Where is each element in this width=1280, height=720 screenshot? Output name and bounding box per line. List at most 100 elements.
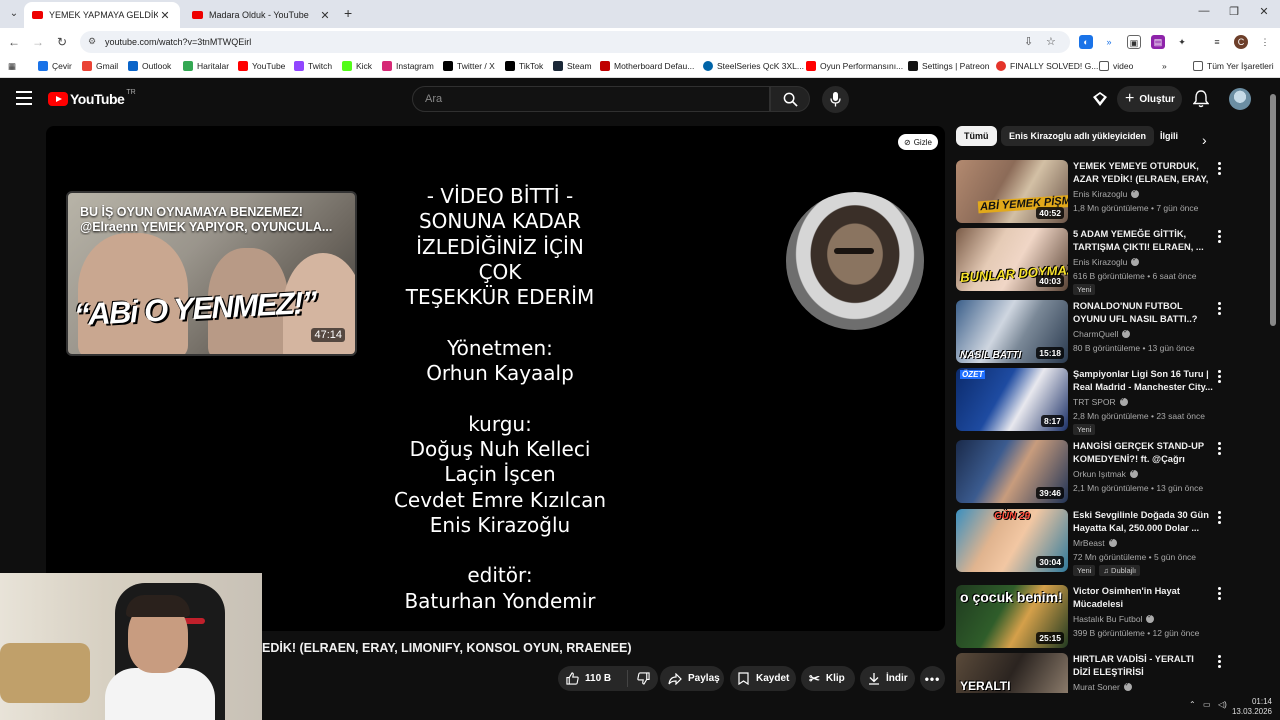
- bookmark-item[interactable]: Steam: [553, 61, 592, 71]
- list-item[interactable]: o çocuk benim! 25:15 Victor Osimhen'in H…: [956, 585, 1256, 649]
- close-window-icon[interactable]: ✕: [1252, 5, 1276, 18]
- minimize-icon[interactable]: —: [1192, 5, 1216, 17]
- all-bookmarks[interactable]: Tüm Yer İşaretleri: [1193, 61, 1274, 71]
- clock[interactable]: 01:14 13.03.2026: [1232, 697, 1272, 717]
- list-item[interactable]: YERALTI HIRTLAR VADİSİ - YERALTI DİZİ EL…: [956, 653, 1256, 693]
- video-player[interactable]: ⊘ Gizle BU İŞ OYUN OYNAMAYA BENZEMEZ! @E…: [46, 126, 945, 631]
- bookmark-item[interactable]: Instagram: [382, 61, 434, 71]
- bookmark-item[interactable]: FINALLY SOLVED! G...: [996, 61, 1098, 71]
- dislike-button[interactable]: [628, 672, 658, 685]
- premium-gem-icon[interactable]: [1092, 91, 1108, 107]
- channel-subscribe-circle[interactable]: [786, 192, 924, 330]
- account-avatar[interactable]: [1229, 88, 1251, 110]
- chevron-right-icon[interactable]: ›: [1202, 132, 1207, 148]
- list-item[interactable]: ÖZET 8:17 Şampiyonlar Ligi Son 16 Turu |…: [956, 368, 1256, 435]
- rec-channel[interactable]: Murat Soner: [1073, 681, 1213, 692]
- list-item[interactable]: NASIL BATTI 15:18 RONALDO'NUN FUTBOL OYU…: [956, 300, 1256, 364]
- rec-channel[interactable]: CharmQuell: [1073, 328, 1213, 339]
- chip-from-uploader[interactable]: Enis Kirazoglu adlı yükleyiciden: [1001, 126, 1155, 146]
- close-tab-icon[interactable]: ✕: [318, 9, 332, 22]
- create-button[interactable]: + Oluştur: [1117, 86, 1182, 112]
- notifications-bell-icon[interactable]: [1193, 90, 1209, 108]
- more-vert-icon[interactable]: [1216, 587, 1222, 602]
- hide-endscreen-button[interactable]: ⊘ Gizle: [898, 134, 938, 150]
- endscreen-video-card[interactable]: BU İŞ OYUN OYNAMAYA BENZEMEZ! @Elraenn Y…: [66, 191, 357, 356]
- rec-channel[interactable]: Orkun Işıtmak: [1073, 468, 1213, 479]
- search-button[interactable]: [770, 86, 810, 112]
- more-vert-icon[interactable]: [1216, 162, 1222, 177]
- share-button[interactable]: Paylaş: [660, 666, 724, 691]
- more-vert-icon[interactable]: [1216, 230, 1222, 245]
- more-vert-icon[interactable]: [1216, 655, 1222, 670]
- bookmark-star-icon[interactable]: ☆: [1046, 35, 1056, 48]
- bookmark-item[interactable]: Twitter / X: [443, 61, 495, 71]
- voice-search-button[interactable]: [822, 86, 849, 113]
- bookmark-item[interactable]: YouTube: [238, 61, 285, 71]
- list-item[interactable]: BUNLAR DOYMAZ 40:03 5 ADAM YEMEĞE GİTTİK…: [956, 228, 1256, 295]
- bookmark-item[interactable]: Oyun Performansını...: [806, 61, 903, 71]
- forward-icon[interactable]: →: [30, 34, 46, 50]
- clip-button[interactable]: ✂ Klip: [801, 666, 855, 691]
- youtube-logo[interactable]: YouTube TR: [48, 89, 136, 107]
- network-icon[interactable]: ▭: [1203, 700, 1211, 709]
- volume-icon[interactable]: ◁): [1218, 700, 1227, 709]
- tab-madara[interactable]: Madara Olduk - YouTube ✕: [184, 2, 340, 28]
- new-tab-icon[interactable]: +: [344, 5, 352, 21]
- video-thumbnail[interactable]: ÖZET 8:17: [956, 368, 1068, 431]
- video-thumbnail[interactable]: NASIL BATTI 15:18: [956, 300, 1068, 363]
- more-bookmarks-icon[interactable]: »: [1162, 61, 1167, 71]
- bookmark-item[interactable]: Twitch: [294, 61, 332, 71]
- page-scrollbar[interactable]: [1270, 94, 1276, 326]
- bookmark-folder[interactable]: video: [1099, 61, 1133, 71]
- video-thumbnail[interactable]: ABİ YEMEK PİŞMEMİŞ! 40:52: [956, 160, 1068, 223]
- restore-icon[interactable]: ❐: [1222, 5, 1246, 18]
- video-thumbnail[interactable]: o çocuk benim! 25:15: [956, 585, 1068, 648]
- back-icon[interactable]: ←: [6, 34, 22, 50]
- install-app-icon[interactable]: ⇩: [1024, 35, 1033, 48]
- more-actions-button[interactable]: •••: [920, 666, 945, 691]
- more-vert-icon[interactable]: [1216, 302, 1222, 317]
- chevron-up-icon[interactable]: ⌃: [1189, 700, 1196, 709]
- omnibox[interactable]: ⚙ youtube.com/watch?v=3tnMTWQEirl ⇩ ☆: [80, 31, 1070, 53]
- bookmark-item[interactable]: SteelSeries QcK 3XL...: [703, 61, 804, 71]
- download-button[interactable]: İndir: [860, 666, 915, 691]
- video-thumbnail[interactable]: GÜN 29 30:04: [956, 509, 1068, 572]
- more-vert-icon[interactable]: [1216, 442, 1222, 457]
- rec-channel[interactable]: TRT SPOR: [1073, 396, 1213, 407]
- more-vert-icon[interactable]: [1216, 370, 1222, 385]
- extension-icon[interactable]: ▣: [1127, 35, 1141, 49]
- tab-current-video[interactable]: YEMEK YAPMAYA GELDİK, DAYA ✕: [24, 2, 180, 28]
- rec-channel[interactable]: Hastalık Bu Futbol: [1073, 613, 1213, 624]
- rec-channel[interactable]: MrBeast: [1073, 537, 1213, 548]
- extension-icon[interactable]: ◐: [1079, 35, 1093, 49]
- bookmark-item[interactable]: Haritalar: [183, 61, 229, 71]
- video-thumbnail[interactable]: 39:46: [956, 440, 1068, 503]
- bookmark-item[interactable]: Outlook: [128, 61, 171, 71]
- video-thumbnail[interactable]: YERALTI: [956, 653, 1068, 693]
- hamburger-menu-icon[interactable]: [16, 91, 32, 105]
- list-item[interactable]: ABİ YEMEK PİŞMEMİŞ! 40:52 YEMEK YEMEYE O…: [956, 160, 1256, 224]
- bookmark-item[interactable]: Motherboard Defau...: [600, 61, 694, 71]
- menu-kebab-icon[interactable]: ⋮: [1258, 35, 1272, 49]
- extensions-puzzle-icon[interactable]: ✦: [1175, 35, 1189, 49]
- rec-channel[interactable]: Enis Kirazoglu: [1073, 188, 1213, 199]
- bookmark-item[interactable]: Kick: [342, 61, 372, 71]
- bookmark-item[interactable]: TikTok: [505, 61, 543, 71]
- reload-icon[interactable]: ↻: [54, 34, 70, 50]
- chip-related[interactable]: İlgili: [1152, 126, 1186, 146]
- extension-icon[interactable]: ▤: [1151, 35, 1165, 49]
- list-item[interactable]: 39:46 HANGİSİ GERÇEK STAND-UP KOMEDYENİ?…: [956, 440, 1256, 504]
- bookmark-item[interactable]: Çevir: [38, 61, 72, 71]
- extension-icon[interactable]: »: [1102, 35, 1116, 49]
- media-icon[interactable]: ≡: [1210, 35, 1224, 49]
- chip-all[interactable]: Tümü: [956, 126, 997, 146]
- save-button[interactable]: Kaydet: [730, 666, 796, 691]
- bookmark-item[interactable]: Gmail: [82, 61, 118, 71]
- more-vert-icon[interactable]: [1216, 511, 1222, 526]
- rec-channel[interactable]: Enis Kirazoglu: [1073, 256, 1213, 267]
- search-input[interactable]: Ara: [412, 86, 770, 112]
- list-item[interactable]: GÜN 29 30:04 Eski Sevgilinle Doğada 30 G…: [956, 509, 1256, 581]
- like-button[interactable]: 110 B: [558, 670, 628, 687]
- tab-search-icon[interactable]: ⌄: [6, 6, 22, 22]
- bookmark-item[interactable]: Settings | Patreon: [908, 61, 989, 71]
